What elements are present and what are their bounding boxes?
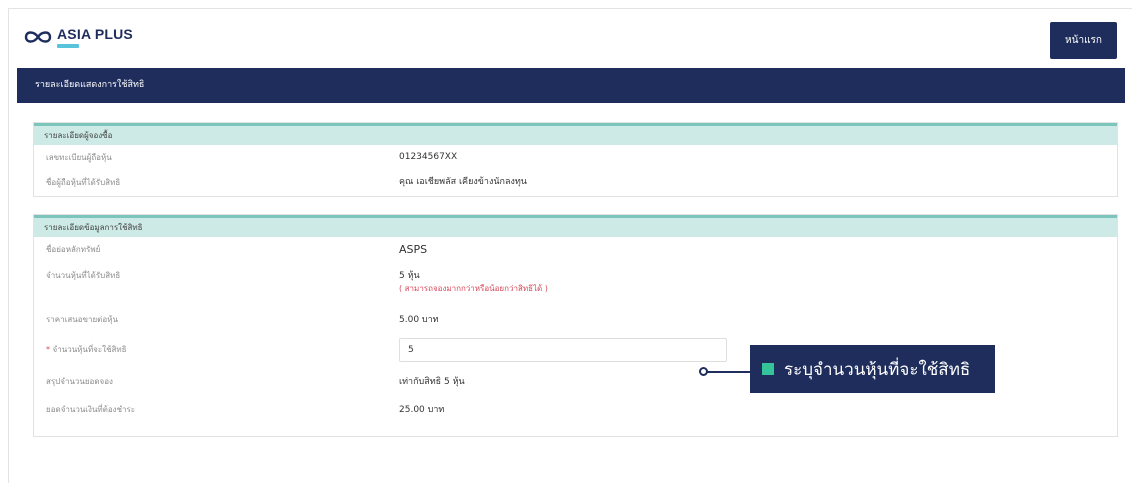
asia-plus-logo[interactable]: ASIA PLUS: [23, 26, 133, 48]
row-label: ยอดจำนวนเงินที่ต้องชำระ: [46, 405, 136, 414]
logo-text: ASIA PLUS: [57, 26, 133, 42]
page-frame: ASIA PLUS หน้าแรก รายละเอียดแสดงการใช้สิ…: [8, 8, 1132, 483]
shares-received-value-block: 5 หุ้น ( สามารถจองมากกว่าหรือน้อยกว่าสิท…: [399, 269, 548, 295]
row-label: ชื่อผู้ถือหุ้นที่ได้รับสิทธิ: [46, 178, 121, 187]
page-title-bar: รายละเอียดแสดงการใช้สิทธิ: [17, 68, 1125, 103]
shares-received-value: 5 หุ้น: [399, 271, 420, 281]
row-label: จำนวนหุ้นที่ได้รับสิทธิ: [46, 271, 121, 280]
offer-price-row: ราคาเสนอขายต่อหุ้น 5.00 บาท: [34, 305, 1117, 335]
row-label: ราคาเสนอขายต่อหุ้น: [46, 315, 118, 324]
row-label: สรุปจำนวนยอดจอง: [46, 377, 113, 386]
green-square-icon: [762, 363, 774, 375]
shares-received-row: จำนวนหุ้นที่ได้รับสิทธิ 5 หุ้น ( สามารถจ…: [34, 263, 1117, 305]
required-mark: *: [46, 345, 50, 354]
row-value: คุณ เอเชียพลัส เคียงข้างนักลงทุน: [399, 177, 527, 187]
payment-value: 25.00 บาท: [399, 405, 445, 415]
callout-connector-line: [704, 371, 750, 373]
row-value: 01234567XX: [399, 152, 458, 162]
callout-connector-dot: [699, 367, 708, 376]
infinity-logo-icon: [24, 31, 52, 43]
row-label: ชื่อย่อหลักทรัพย์: [46, 245, 101, 254]
detail-row: ชื่อผู้ถือหุ้นที่ได้รับสิทธิ คุณ เอเชียพ…: [34, 170, 1117, 195]
summary-value: เท่ากับสิทธิ 5 หุ้น: [399, 377, 465, 387]
callout-box: ระบุจำนวนหุ้นที่จะใช้สิทธิ: [750, 345, 995, 393]
logo-subline: [57, 44, 79, 48]
row-label: เลขทะเบียนผู้ถือหุ้น: [46, 153, 112, 162]
card-title: รายละเอียดผู้จองซื้อ: [34, 123, 1117, 145]
row-label: * จำนวนหุ้นที่จะใช้สิทธิ: [46, 335, 127, 365]
exercise-shares-input[interactable]: [399, 338, 727, 362]
header: ASIA PLUS หน้าแรก: [9, 9, 1132, 67]
security-row: ชื่อย่อหลักทรัพย์ ASPS: [34, 237, 1117, 263]
detail-row: เลขทะเบียนผู้ถือหุ้น 01234567XX: [34, 145, 1117, 170]
callout-text: ระบุจำนวนหุ้นที่จะใช้สิทธิ: [784, 359, 971, 380]
card-title: รายละเอียดข้อมูลการใช้สิทธิ: [34, 215, 1117, 237]
rights-details-card: รายละเอียดข้อมูลการใช้สิทธิ ชื่อย่อหลักท…: [33, 214, 1118, 437]
home-button[interactable]: หน้าแรก: [1050, 22, 1117, 59]
offer-price-value: 5.00 บาท: [399, 315, 439, 325]
shares-note: ( สามารถจองมากกว่าหรือน้อยกว่าสิทธิได้ ): [399, 284, 548, 293]
payment-row: ยอดจำนวนเงินที่ต้องชำระ 25.00 บาท: [34, 399, 1117, 427]
exercise-label: จำนวนหุ้นที่จะใช้สิทธิ: [52, 345, 127, 354]
subscriber-details-card: รายละเอียดผู้จองซื้อ เลขทะเบียนผู้ถือหุ้…: [33, 122, 1118, 197]
security-value: ASPS: [399, 243, 428, 256]
